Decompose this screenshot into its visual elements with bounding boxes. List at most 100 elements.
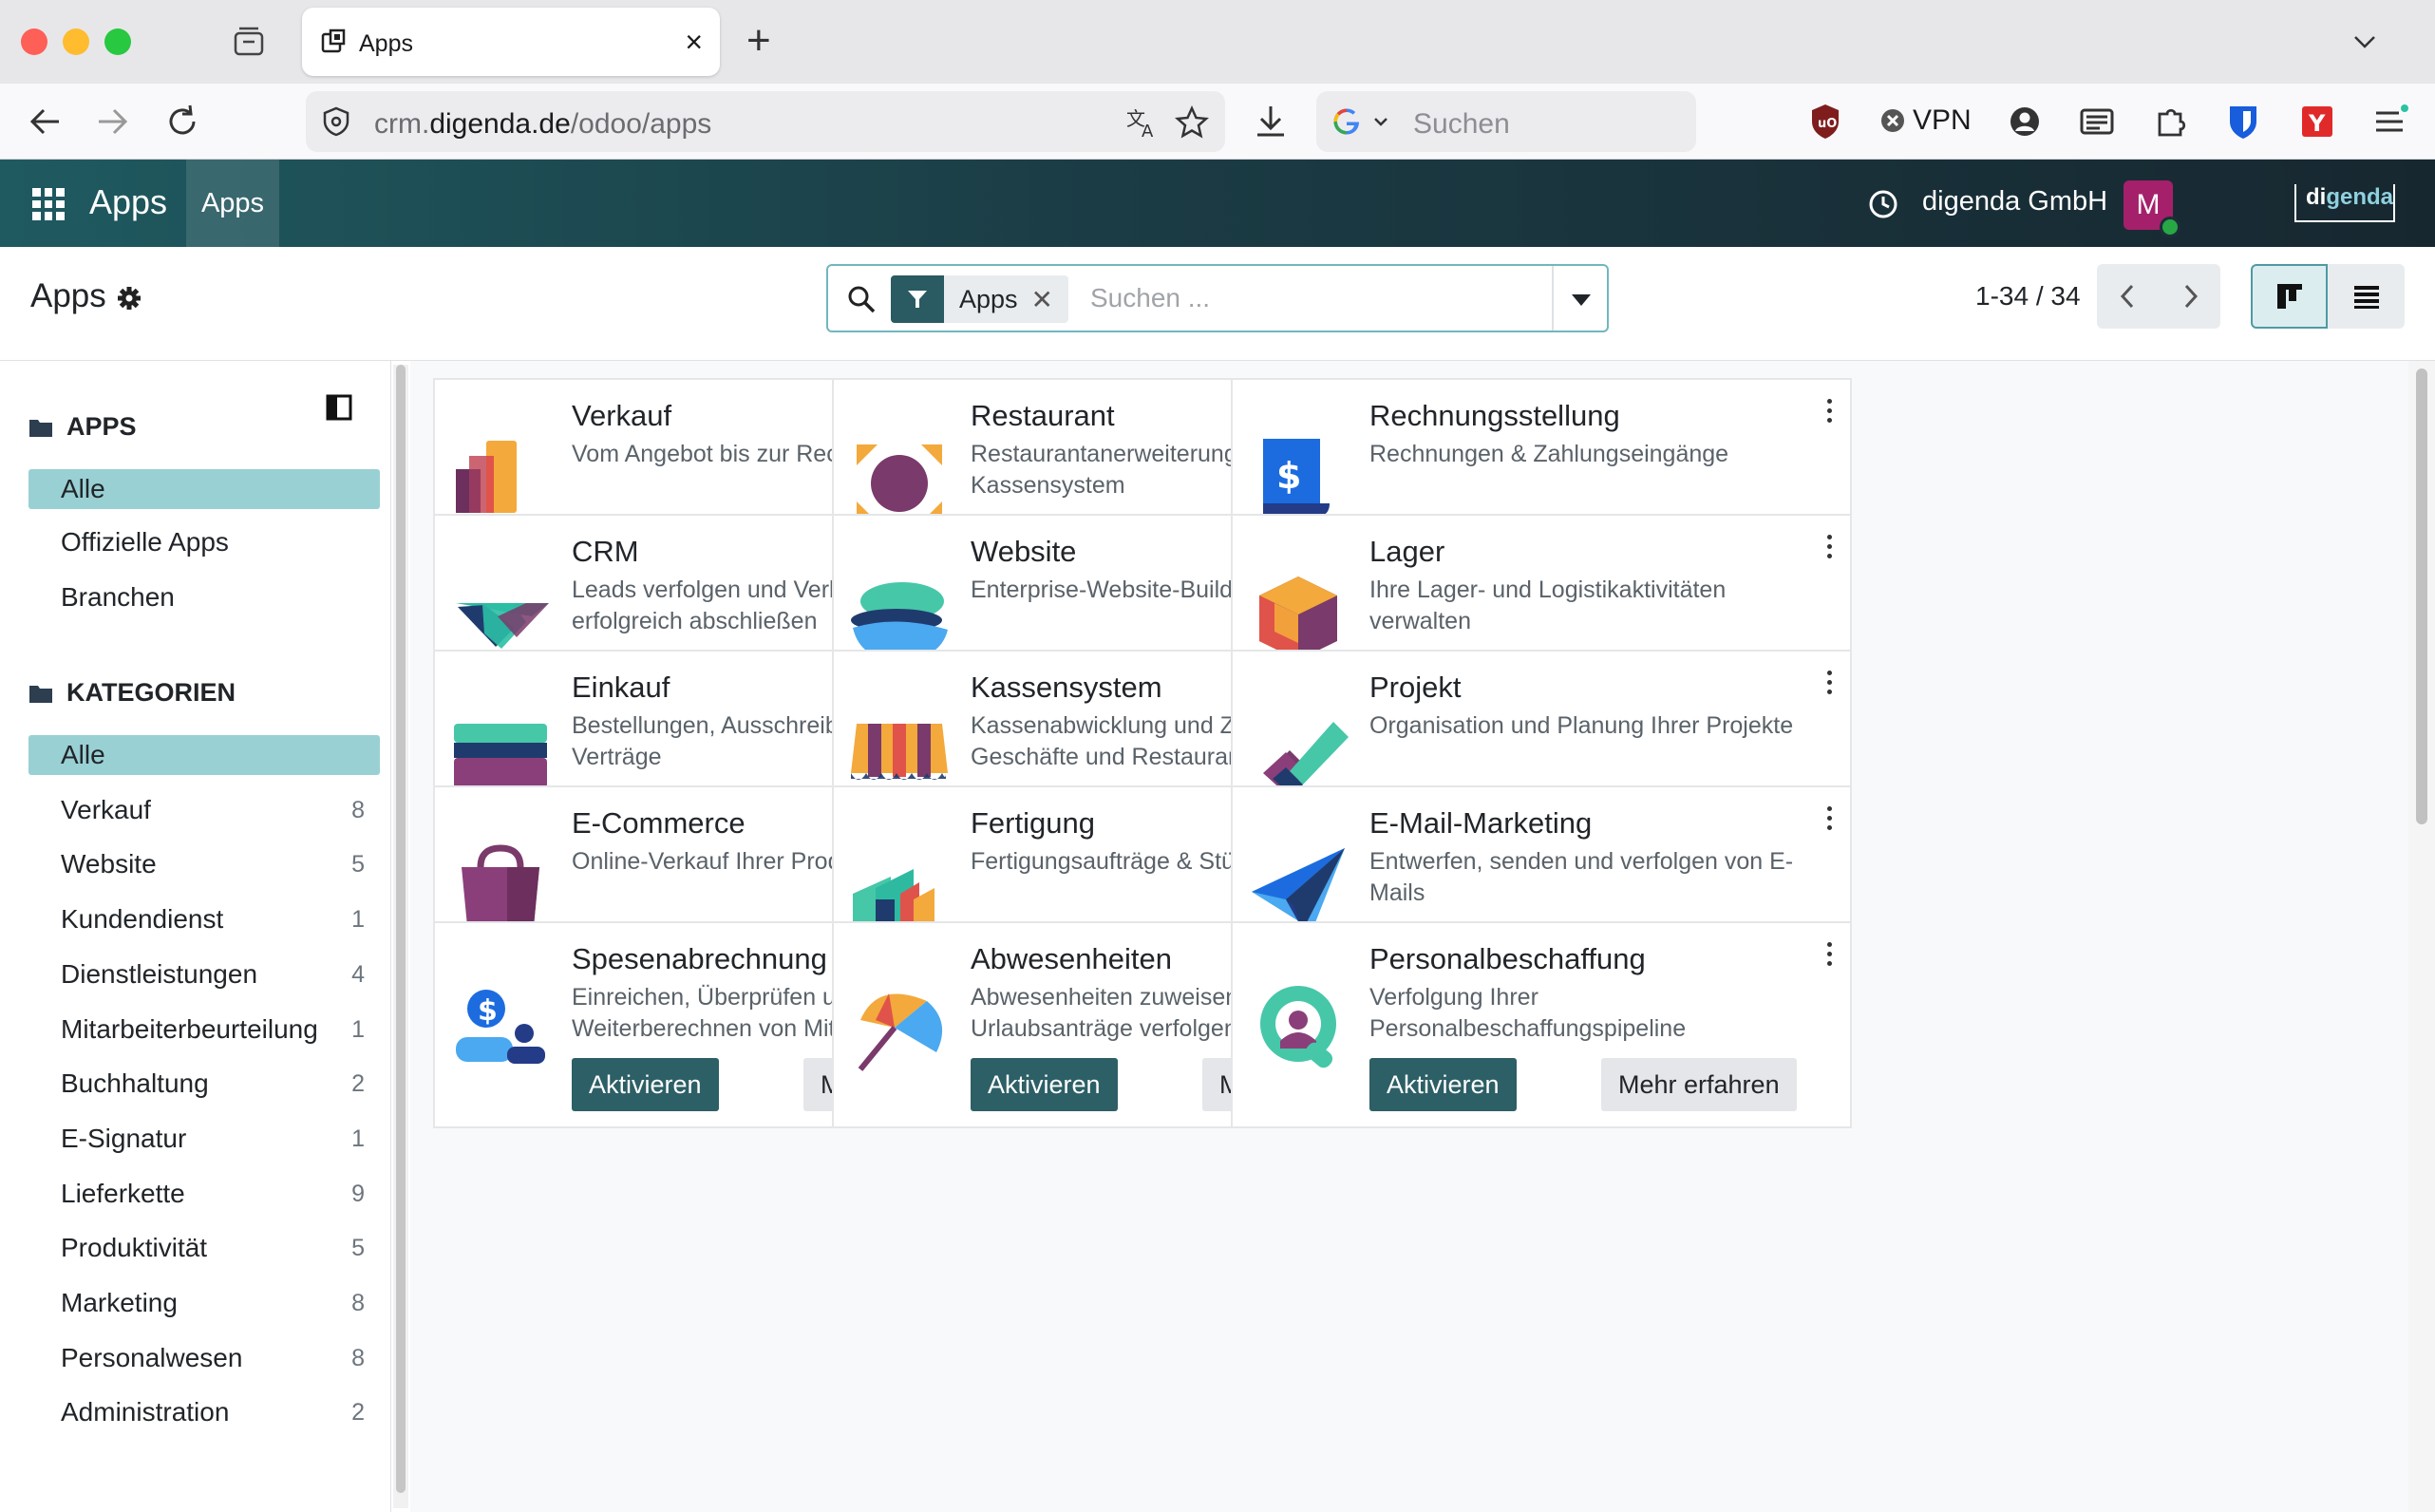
time-off-icon [858,993,943,1071]
activate-button[interactable]: Aktivieren [1369,1058,1517,1111]
activate-button[interactable]: Aktivieren [572,1058,719,1111]
folder-icon [29,685,52,703]
browser-tab-active[interactable]: Apps × [302,8,720,76]
search-bar[interactable]: Apps ✕ Suchen ... [826,264,1609,332]
tab-close-icon[interactable]: × [685,25,703,59]
app-switcher-grid-icon[interactable] [32,188,65,220]
pager-value[interactable]: 1-34 / 34 [1975,281,2081,312]
sidebar-category-item[interactable]: Produktivität 5 [28,1228,380,1268]
category-label: Kundendienst [61,904,224,935]
sidebar-category-item[interactable]: Administration 2 [28,1392,380,1432]
downloads-icon[interactable] [1250,101,1292,142]
categories-header-label: KATEGORIEN [66,678,236,707]
sidebar-category-item[interactable]: Website 5 [28,844,380,884]
logo-text-b: genda [2326,184,2394,210]
search-icon[interactable] [845,283,878,315]
yandex-icon[interactable]: Y [2296,101,2338,142]
ublock-origin-icon[interactable]: uO [1804,101,1846,142]
facet-label: Apps [959,284,1018,313]
activate-button[interactable]: Aktivieren [971,1058,1118,1111]
card-menu-dots-icon[interactable] [1825,399,1833,425]
app-card[interactable]: Personalbeschaffung Verfolgung Ihrer Pers… [1231,921,1852,1128]
sidebar-collapse-icon[interactable] [325,393,353,422]
browser-navigation-bar: crm.digenda.de/odoo/apps 文 A Suchen uO V… [0,84,2435,160]
menu-item-apps[interactable]: Apps [186,160,279,247]
sidebar-item-offizielle-apps[interactable]: Offizielle Apps [28,522,380,562]
current-app-name[interactable]: Apps [89,182,167,222]
window-zoom-button[interactable] [104,28,131,55]
sidebar-scrollbar[interactable] [393,365,408,1508]
app-name: Personalbeschaffung [1369,942,1646,975]
card-menu-dots-icon[interactable] [1825,942,1833,969]
user-avatar[interactable]: M [2124,180,2180,237]
app-menu-icon[interactable] [2369,101,2410,142]
search-options-toggle-button[interactable] [1552,266,1607,331]
bookmark-star-icon[interactable] [1174,104,1210,141]
app-name: Abwesenheiten [971,942,1172,975]
sidebar-category-item[interactable]: Buchhaltung 2 [28,1064,380,1104]
sidebar-category-item[interactable]: Marketing 8 [28,1283,380,1323]
url-path: /odoo/apps [570,108,712,140]
facet-remove-icon[interactable]: ✕ [1031,284,1068,315]
app-description: Ihre Lager- und Logistikaktivitäten verw… [1369,576,1727,634]
tab-list-chevron-icon[interactable] [2348,25,2382,59]
kanban-view-button[interactable] [2251,264,2328,329]
category-label: Website [61,849,157,879]
web-search-bar[interactable]: Suchen [1316,91,1696,152]
translate-icon[interactable]: 文 A [1124,104,1161,141]
sidebar-category-item[interactable]: Personalwesen 8 [28,1338,380,1378]
company-switcher[interactable]: digenda GmbH [1922,186,2107,217]
extensions-puzzle-icon[interactable] [2150,101,2192,142]
back-arrow-icon[interactable] [25,101,66,142]
sidebar-item-label: Offizielle Apps [61,527,229,557]
card-menu-dots-icon[interactable] [1825,806,1833,833]
window-close-button[interactable] [21,28,47,55]
category-label: Mitarbeiterbeurteilung [61,1013,318,1044]
forward-arrow-icon[interactable] [91,101,133,142]
reload-icon[interactable] [161,101,203,142]
sidebar-category-item[interactable]: E-Signatur 1 [28,1119,380,1159]
gear-icon[interactable] [116,285,142,312]
app-name: CRM [572,535,639,568]
learn-more-button[interactable]: Mehr erfahren [1601,1058,1797,1111]
control-panel: Apps Apps ✕ Suchen ... 1-34 / 34 [0,247,2435,361]
view-switcher [2251,264,2405,329]
reader-view-icon[interactable] [2076,101,2118,142]
sidebar-category-item[interactable]: Dienstleistungen 4 [28,954,380,994]
new-tab-button[interactable]: + [746,17,771,65]
app-name: Rechnungsstellung [1369,399,1620,432]
url-text[interactable]: crm.digenda.de/odoo/apps [374,108,711,141]
url-bar[interactable]: crm.digenda.de/odoo/apps 文 A [306,91,1225,152]
pager-next-button[interactable] [2159,264,2220,329]
category-label: E-Signatur [61,1123,187,1153]
sidebar-item-alle-apps[interactable]: Alle [28,469,380,509]
bitwarden-icon[interactable] [2222,101,2264,142]
sidebar-category-item[interactable]: Alle [28,735,380,775]
search-facet-apps: Apps ✕ [891,275,1069,323]
activity-clock-icon[interactable] [1867,188,1899,220]
list-view-button[interactable] [2328,264,2405,329]
window-minimize-button[interactable] [63,28,89,55]
sidebar-category-item[interactable]: Verkauf 8 [28,790,380,830]
category-label: Dienstleistungen [61,958,258,989]
search-input[interactable]: Suchen ... [1090,283,1210,313]
sidebar-category-item[interactable]: Lieferkette 9 [28,1174,380,1214]
search-engine-chevron-icon[interactable] [1371,112,1390,131]
pager-previous-button[interactable] [2097,264,2159,329]
sidebar-category-item[interactable]: Mitarbeiterbeurteilung 1 [28,1010,380,1049]
sidebar-item-branchen[interactable]: Branchen [28,577,380,617]
main-scrollbar[interactable] [2408,361,2435,1512]
category-count: 8 [351,796,365,823]
vpn-disconnected-icon [1881,109,1904,132]
sidebar-category-item[interactable]: Kundendienst 1 [28,899,380,939]
apps-section-header: APPS [28,412,137,442]
site-security-shield-icon[interactable] [319,104,353,139]
category-count: 4 [351,960,365,988]
vpn-extension-button[interactable]: VPN [1880,104,1972,137]
google-icon[interactable] [1330,104,1364,139]
account-icon[interactable] [2004,101,2046,142]
card-menu-dots-icon[interactable] [1825,535,1833,561]
tab-overview-icon[interactable] [232,25,266,59]
category-label: Marketing [61,1288,178,1317]
card-menu-dots-icon[interactable] [1825,671,1833,697]
